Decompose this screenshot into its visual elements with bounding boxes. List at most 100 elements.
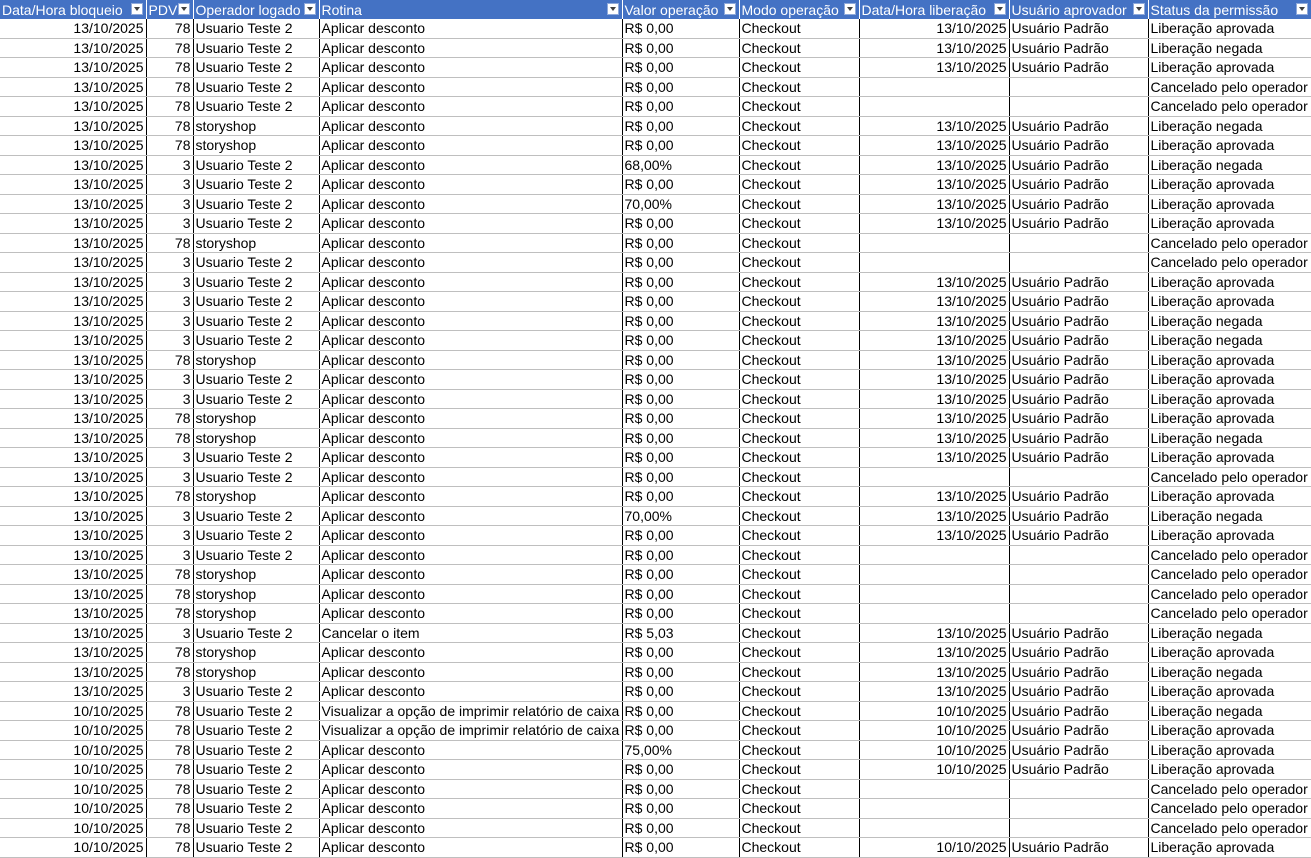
cell-valor-operacao[interactable]: R$ 0,00 <box>622 525 740 546</box>
cell-rotina[interactable]: Aplicar desconto <box>319 194 623 214</box>
cell-usuario-aprovador[interactable]: Usuário Padrão <box>1009 194 1149 214</box>
cell-modo-operacao[interactable]: Checkout <box>739 837 860 858</box>
cell-rotina[interactable]: Aplicar desconto <box>319 369 623 390</box>
cell-operador-logado[interactable]: Usuario Teste 2 <box>193 369 320 390</box>
cell-status-permissao[interactable]: Cancelado pelo operador <box>1148 96 1311 117</box>
cell-data-hora-bloqueio[interactable]: 13/10/2025 <box>0 642 147 663</box>
cell-valor-operacao[interactable]: R$ 0,00 <box>622 798 740 819</box>
cell-status-permissao[interactable]: Cancelado pelo operador <box>1148 779 1311 799</box>
cell-usuario-aprovador[interactable]: Usuário Padrão <box>1009 311 1149 331</box>
cell-data-hora-liberacao[interactable] <box>859 603 1010 624</box>
cell-pdv[interactable]: 78 <box>146 408 194 429</box>
cell-rotina[interactable]: Visualizar a opção de imprimir relatório… <box>319 720 623 741</box>
cell-pdv[interactable]: 78 <box>146 116 194 136</box>
cell-data-hora-bloqueio[interactable]: 13/10/2025 <box>0 213 147 234</box>
cell-usuario-aprovador[interactable]: Usuário Padrão <box>1009 389 1149 409</box>
cell-status-permissao[interactable]: Liberação aprovada <box>1148 759 1311 780</box>
cell-data-hora-bloqueio[interactable]: 13/10/2025 <box>0 19 147 39</box>
cell-modo-operacao[interactable]: Checkout <box>739 740 860 760</box>
cell-pdv[interactable]: 78 <box>146 701 194 721</box>
cell-rotina[interactable]: Cancelar o item <box>319 623 623 643</box>
cell-rotina[interactable]: Aplicar desconto <box>319 428 623 448</box>
cell-operador-logado[interactable]: Usuario Teste 2 <box>193 272 320 292</box>
cell-usuario-aprovador[interactable]: Usuário Padrão <box>1009 135 1149 156</box>
cell-status-permissao[interactable]: Cancelado pelo operador <box>1148 467 1311 487</box>
cell-valor-operacao[interactable]: R$ 0,00 <box>622 779 740 799</box>
cell-rotina[interactable]: Aplicar desconto <box>319 447 623 468</box>
cell-pdv[interactable]: 78 <box>146 720 194 741</box>
cell-rotina[interactable]: Aplicar desconto <box>319 506 623 526</box>
cell-pdv[interactable]: 3 <box>146 330 194 351</box>
cell-status-permissao[interactable]: Liberação negada <box>1148 330 1311 351</box>
cell-valor-operacao[interactable]: R$ 0,00 <box>622 311 740 331</box>
cell-pdv[interactable]: 78 <box>146 662 194 682</box>
cell-status-permissao[interactable]: Cancelado pelo operador <box>1148 818 1311 838</box>
cell-data-hora-liberacao[interactable] <box>859 77 1010 97</box>
cell-data-hora-bloqueio[interactable]: 13/10/2025 <box>0 233 147 253</box>
cell-valor-operacao[interactable]: R$ 0,00 <box>622 584 740 604</box>
cell-operador-logado[interactable]: Usuario Teste 2 <box>193 701 320 721</box>
cell-rotina[interactable]: Aplicar desconto <box>319 486 623 507</box>
cell-data-hora-liberacao[interactable] <box>859 584 1010 604</box>
cell-status-permissao[interactable]: Liberação aprovada <box>1148 194 1311 214</box>
cell-status-permissao[interactable]: Cancelado pelo operador <box>1148 233 1311 253</box>
cell-data-hora-liberacao[interactable] <box>859 252 1010 273</box>
filter-dropdown-icon[interactable] <box>177 3 190 15</box>
cell-usuario-aprovador[interactable] <box>1009 545 1149 565</box>
cell-valor-operacao[interactable]: R$ 0,00 <box>622 447 740 468</box>
cell-modo-operacao[interactable]: Checkout <box>739 77 860 97</box>
cell-status-permissao[interactable]: Liberação negada <box>1148 662 1311 682</box>
cell-data-hora-bloqueio[interactable]: 13/10/2025 <box>0 350 147 370</box>
cell-data-hora-liberacao[interactable]: 13/10/2025 <box>859 642 1010 663</box>
cell-valor-operacao[interactable]: R$ 0,00 <box>622 818 740 838</box>
cell-data-hora-bloqueio[interactable]: 13/10/2025 <box>0 564 147 585</box>
cell-data-hora-bloqueio[interactable]: 10/10/2025 <box>0 720 147 741</box>
cell-rotina[interactable]: Aplicar desconto <box>319 662 623 682</box>
cell-modo-operacao[interactable]: Checkout <box>739 564 860 585</box>
cell-rotina[interactable]: Aplicar desconto <box>319 545 623 565</box>
cell-pdv[interactable]: 78 <box>146 740 194 760</box>
cell-data-hora-bloqueio[interactable]: 13/10/2025 <box>0 174 147 195</box>
cell-usuario-aprovador[interactable]: Usuário Padrão <box>1009 486 1149 507</box>
cell-usuario-aprovador[interactable] <box>1009 798 1149 819</box>
cell-rotina[interactable]: Aplicar desconto <box>319 213 623 234</box>
cell-status-permissao[interactable]: Liberação negada <box>1148 38 1311 58</box>
filter-dropdown-icon[interactable] <box>993 3 1006 15</box>
cell-data-hora-liberacao[interactable]: 13/10/2025 <box>859 486 1010 507</box>
cell-rotina[interactable]: Aplicar desconto <box>319 779 623 799</box>
cell-valor-operacao[interactable]: R$ 0,00 <box>622 135 740 156</box>
cell-usuario-aprovador[interactable]: Usuário Padrão <box>1009 623 1149 643</box>
cell-usuario-aprovador[interactable]: Usuário Padrão <box>1009 447 1149 468</box>
cell-rotina[interactable]: Aplicar desconto <box>319 389 623 409</box>
cell-rotina[interactable]: Aplicar desconto <box>319 564 623 585</box>
cell-status-permissao[interactable]: Liberação aprovada <box>1148 681 1311 702</box>
cell-modo-operacao[interactable]: Checkout <box>739 701 860 721</box>
cell-modo-operacao[interactable]: Checkout <box>739 330 860 351</box>
cell-data-hora-liberacao[interactable] <box>859 564 1010 585</box>
cell-pdv[interactable]: 78 <box>146 77 194 97</box>
filter-dropdown-icon[interactable] <box>130 3 143 15</box>
cell-usuario-aprovador[interactable]: Usuário Padrão <box>1009 759 1149 780</box>
cell-pdv[interactable]: 3 <box>146 467 194 487</box>
cell-operador-logado[interactable]: Usuario Teste 2 <box>193 545 320 565</box>
cell-data-hora-bloqueio[interactable]: 13/10/2025 <box>0 291 147 312</box>
cell-data-hora-bloqueio[interactable]: 13/10/2025 <box>0 584 147 604</box>
cell-usuario-aprovador[interactable]: Usuário Padrão <box>1009 837 1149 858</box>
cell-valor-operacao[interactable]: R$ 0,00 <box>622 408 740 429</box>
cell-modo-operacao[interactable]: Checkout <box>739 213 860 234</box>
cell-usuario-aprovador[interactable] <box>1009 779 1149 799</box>
cell-operador-logado[interactable]: storyshop <box>193 603 320 624</box>
cell-operador-logado[interactable]: Usuario Teste 2 <box>193 779 320 799</box>
cell-pdv[interactable]: 3 <box>146 194 194 214</box>
cell-data-hora-liberacao[interactable]: 13/10/2025 <box>859 155 1010 175</box>
cell-rotina[interactable]: Aplicar desconto <box>319 603 623 624</box>
cell-data-hora-liberacao[interactable]: 10/10/2025 <box>859 837 1010 858</box>
cell-data-hora-bloqueio[interactable]: 13/10/2025 <box>0 428 147 448</box>
cell-rotina[interactable]: Aplicar desconto <box>319 252 623 273</box>
cell-operador-logado[interactable]: Usuario Teste 2 <box>193 213 320 234</box>
cell-status-permissao[interactable]: Liberação negada <box>1148 506 1311 526</box>
cell-modo-operacao[interactable]: Checkout <box>739 389 860 409</box>
cell-rotina[interactable]: Aplicar desconto <box>319 350 623 370</box>
cell-data-hora-bloqueio[interactable]: 13/10/2025 <box>0 194 147 214</box>
cell-pdv[interactable]: 78 <box>146 486 194 507</box>
